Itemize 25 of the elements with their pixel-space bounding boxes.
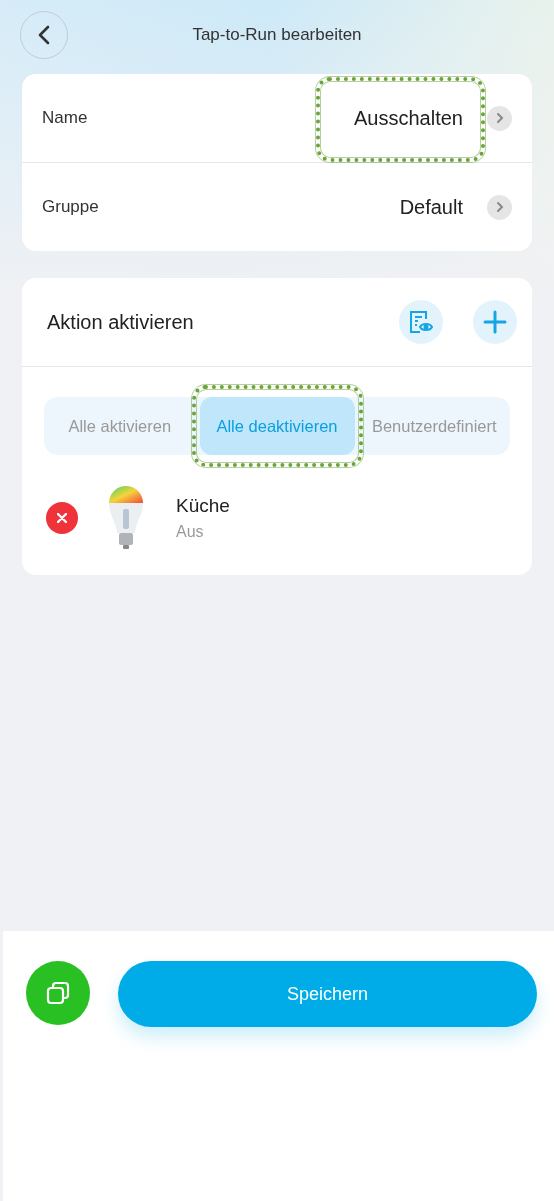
copy-icon	[45, 980, 71, 1006]
row-value: Ausschalten	[353, 106, 464, 130]
back-icon	[38, 25, 50, 45]
row-label: Name	[42, 108, 89, 128]
mode-tab[interactable]: Alle aktivieren	[44, 397, 196, 455]
chevron-icon	[487, 194, 512, 220]
device-status: Aus	[176, 523, 205, 541]
chevron-icon	[487, 105, 512, 131]
document-eye-icon	[408, 309, 434, 335]
mode-tab[interactable]: Benutzerdefiniert	[358, 397, 510, 455]
plus-icon	[483, 310, 507, 334]
add-button[interactable]	[473, 300, 517, 344]
row-value: Default	[398, 195, 464, 219]
row-label: Gruppe	[42, 197, 100, 217]
save-button[interactable]: Speichern	[118, 961, 537, 1027]
settings-row[interactable]: Name Ausschalten	[22, 74, 532, 163]
preview-button[interactable]	[399, 300, 443, 344]
page-title: Tap-to-Run bearbeiten	[192, 25, 362, 44]
settings-row[interactable]: Gruppe Default	[22, 163, 532, 251]
close-icon	[57, 513, 67, 523]
remove-button[interactable]	[46, 502, 78, 534]
mode-tab[interactable]: Alle deaktivieren	[199, 397, 355, 455]
device-name: Küche	[176, 495, 230, 517]
section-title: Aktion aktivieren	[47, 310, 195, 334]
bulb-icon	[106, 485, 146, 551]
